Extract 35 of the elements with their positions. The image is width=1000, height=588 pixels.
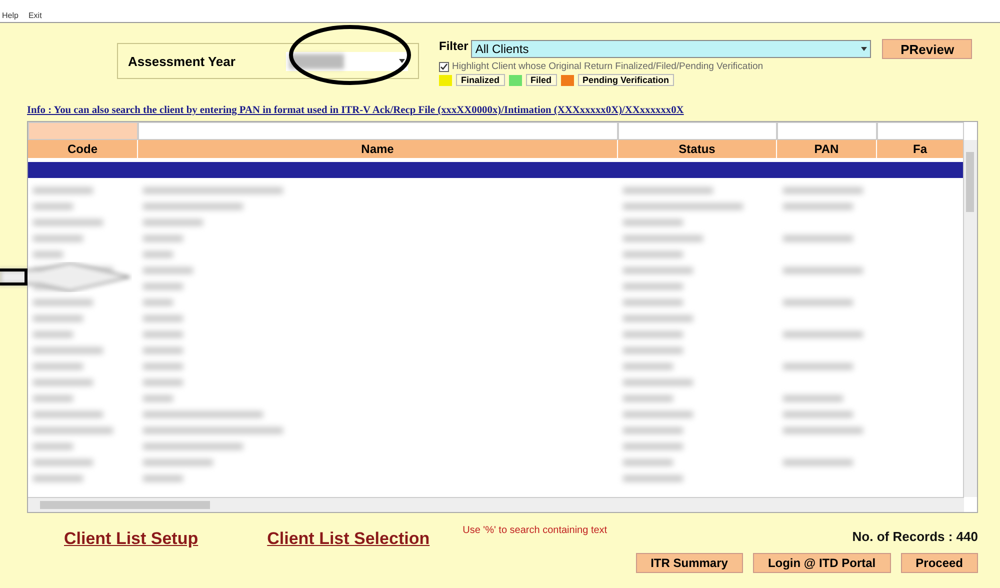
selected-row[interactable] — [28, 162, 964, 178]
menu-item[interactable]: Help — [2, 11, 18, 20]
column-header[interactable]: Code — [28, 140, 138, 158]
legend-label: Pending Verification — [578, 74, 674, 86]
client-list-link[interactable]: Client List Setup — [64, 529, 198, 549]
assessment-year-label: Assessment Year — [128, 54, 236, 68]
column-filter-field[interactable] — [138, 122, 618, 140]
horizontal-scrollbar[interactable] — [28, 497, 964, 512]
vertical-scrollbar[interactable] — [963, 140, 977, 497]
record-count: No. of Records : 440 — [852, 529, 978, 544]
action-button[interactable]: Proceed — [900, 553, 978, 573]
caret-icon — [399, 59, 405, 63]
preview-button[interactable]: PReview — [882, 39, 972, 59]
highlight-checkbox[interactable] — [439, 62, 449, 72]
legend-label: Finalized — [456, 74, 505, 86]
legend-label: Filed — [526, 74, 557, 86]
column-filter-field[interactable] — [777, 122, 877, 140]
client-list-link[interactable]: Client List Selection — [267, 529, 430, 549]
column-filter-field[interactable] — [877, 122, 964, 140]
highlight-label: Highlight Client whose Original Return Finalized/Filed/Pending Verification — [452, 61, 764, 72]
filter-label: Filter — [439, 39, 468, 53]
action-button[interactable]: ITR Summary — [636, 553, 743, 573]
column-header[interactable]: Fa — [877, 140, 964, 158]
menu-item[interactable]: Exit — [28, 11, 42, 20]
column-header[interactable]: Status — [618, 140, 777, 158]
column-filter-field[interactable] — [28, 122, 138, 140]
info-link[interactable]: Info : You can also search the client by entering PAN in format used in ITR-V Ack/Recp File (xxxXX0000x)/Intimation (XXXxxxxx0X)/XXxxxxxx0X — [27, 105, 1000, 116]
column-header[interactable]: PAN — [777, 140, 877, 158]
caret-icon — [861, 47, 868, 51]
year-dropdown[interactable] — [286, 52, 408, 70]
column-header[interactable]: Name — [138, 140, 618, 158]
search-hint: Use '%' to search containing text — [462, 525, 608, 536]
column-filter-field[interactable] — [618, 122, 777, 140]
action-button[interactable]: Login @ ITD Portal — [752, 553, 891, 573]
filter-dropdown[interactable]: All Clients — [471, 40, 872, 58]
